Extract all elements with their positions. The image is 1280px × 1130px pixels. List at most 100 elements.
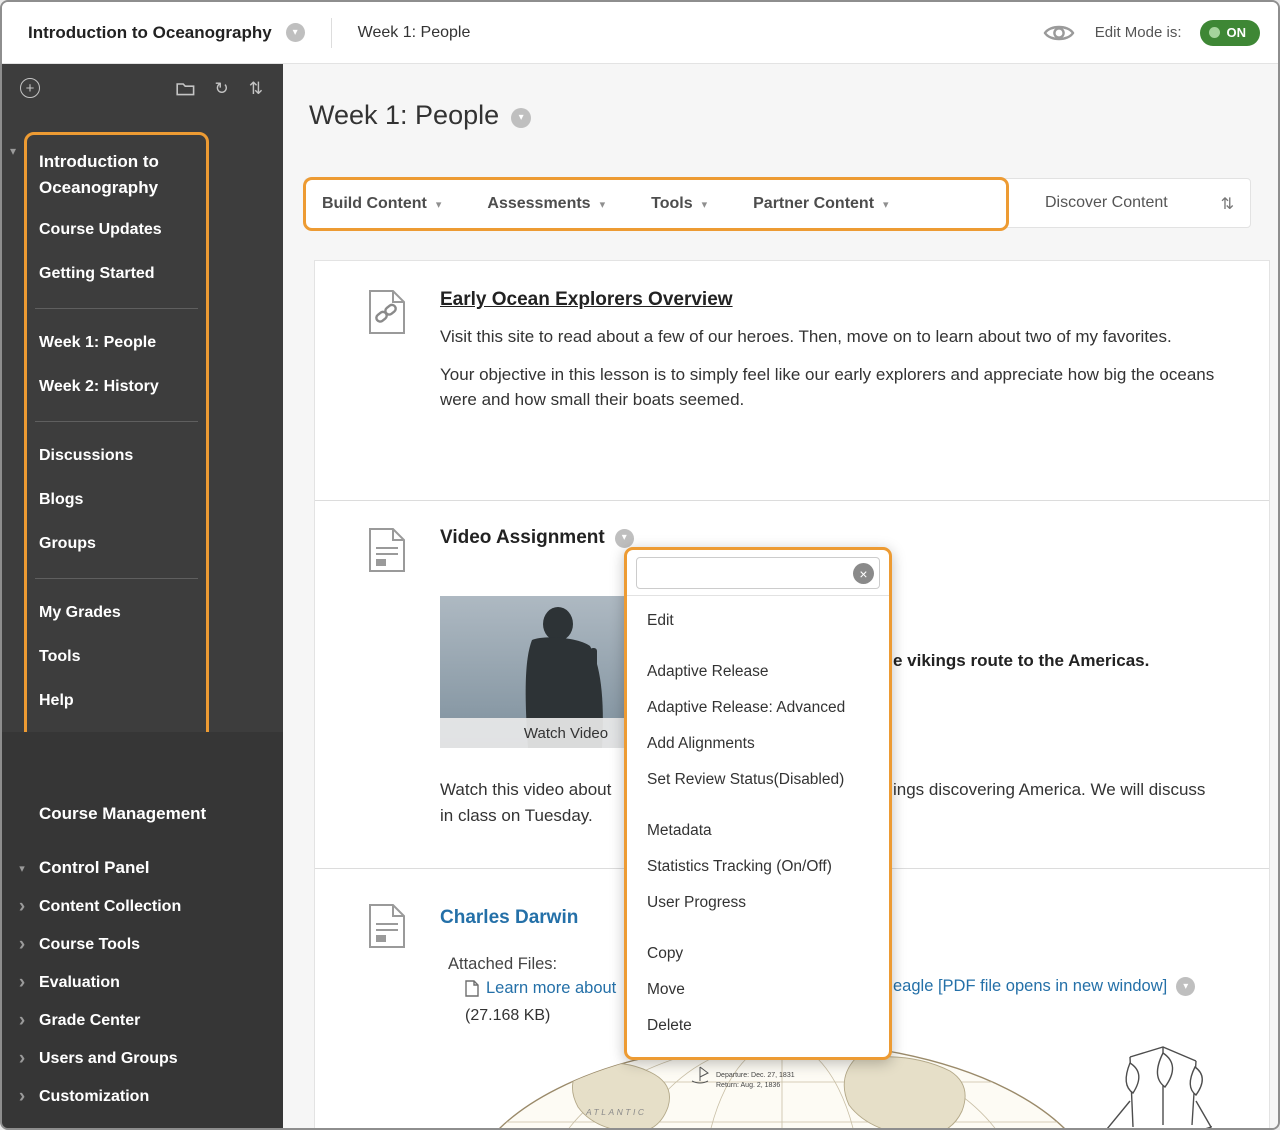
content-item-title-link[interactable]: Charles Darwin — [440, 907, 578, 929]
menu-item-user-progress[interactable]: User Progress — [627, 885, 889, 921]
sidebar-item-getting-started[interactable]: Getting Started — [27, 252, 206, 296]
tools-button[interactable]: Tools ▾ — [651, 195, 707, 213]
menu-divider — [35, 421, 198, 422]
page-title-row: Week 1: People ▾ — [309, 100, 531, 131]
menu-item-adaptive-release[interactable]: Adaptive Release — [627, 654, 889, 690]
course-title-menu-icon[interactable]: ▾ — [286, 23, 305, 42]
link-document-icon — [368, 289, 406, 500]
discover-content-button[interactable]: Discover Content — [1045, 194, 1168, 212]
menu-item-statistics-tracking[interactable]: Statistics Tracking (On/Off) — [627, 849, 889, 885]
attached-file-link[interactable]: eagle [PDF file opens in new window] — [893, 977, 1167, 996]
item-label: Evaluation — [39, 974, 120, 992]
sidebar-item-customization[interactable]: › Customization — [2, 1078, 283, 1116]
map-label-departure: Departure: Dec. 27, 1831 — [716, 1072, 795, 1079]
student-preview-icon[interactable] — [1041, 20, 1077, 46]
menu-item-adaptive-release-advanced[interactable]: Adaptive Release: Advanced — [627, 690, 889, 726]
menu-divider — [627, 595, 889, 596]
file-size: (27.168 KB) — [465, 1007, 550, 1025]
content-item-title-link[interactable]: Early Ocean Explorers Overview — [440, 289, 1225, 311]
sidebar-item-course-updates[interactable]: Course Updates — [27, 208, 206, 252]
edit-mode-toggle[interactable]: ON — [1200, 20, 1261, 46]
partner-content-button[interactable]: Partner Content ▾ — [753, 195, 888, 213]
topbar: Introduction to Oceanography ▾ Week 1: P… — [2, 2, 1278, 64]
chevron-down-icon: ▾ — [883, 198, 889, 211]
chevron-right-icon: › — [15, 1088, 29, 1105]
attached-file-row: Learn more about — [465, 979, 616, 998]
sidebar-item-course-entry[interactable]: Introduction to Oceanography — [27, 145, 206, 208]
add-menu-item-icon[interactable]: + — [20, 78, 40, 98]
course-menu: Introduction to Oceanography Course Upda… — [24, 132, 209, 744]
collapse-menu-icon[interactable]: ▾ — [10, 144, 16, 158]
menu-group: Copy Move Delete — [627, 933, 889, 1047]
toggle-dot-icon — [1209, 27, 1220, 38]
menu-divider — [35, 308, 198, 309]
ship-illustration — [1093, 1041, 1225, 1130]
sidebar-item-week2-history[interactable]: Week 2: History — [27, 365, 206, 409]
item-options-menu-icon[interactable]: ▾ — [615, 529, 634, 548]
folder-icon[interactable] — [176, 81, 195, 96]
content-item-early-ocean-explorers: Early Ocean Explorers Overview Visit thi… — [315, 261, 1269, 500]
item-description: Your objective in this lesson is to simp… — [440, 362, 1225, 412]
assessments-button[interactable]: Assessments ▾ — [487, 195, 605, 213]
item-body: Early Ocean Explorers Overview Visit thi… — [440, 289, 1225, 500]
sidebar-item-week1-people[interactable]: Week 1: People — [27, 321, 206, 365]
sidebar-item-my-grades[interactable]: My Grades — [27, 591, 206, 635]
content-item-title[interactable]: Video Assignment — [440, 527, 605, 549]
menu-item-set-review-status[interactable]: Set Review Status(Disabled) — [627, 762, 889, 798]
sidebar-item-users-and-groups[interactable]: › Users and Groups — [2, 1040, 283, 1078]
item-label: Content Collection — [39, 898, 181, 916]
app-window: Introduction to Oceanography ▾ Week 1: P… — [0, 0, 1280, 1130]
file-options-menu-icon[interactable]: ▾ — [1176, 977, 1195, 996]
menu-item-edit[interactable]: Edit — [627, 603, 889, 639]
sidebar-item-blogs[interactable]: Blogs — [27, 478, 206, 522]
refresh-icon[interactable]: ↻ — [215, 80, 229, 97]
item-title-row: Video Assignment ▾ — [440, 527, 634, 549]
item-description-fragment: e vikings route to the Americas. — [893, 651, 1149, 671]
course-management-section: Course Management ▾ Control Panel › Cont… — [2, 732, 283, 1128]
edit-mode-value: ON — [1227, 25, 1247, 40]
button-label: Tools — [651, 195, 692, 213]
menu-divider — [35, 578, 198, 579]
button-label: Build Content — [322, 195, 427, 213]
chevron-right-icon: › — [15, 1012, 29, 1029]
chevron-right-icon: › — [15, 936, 29, 953]
reorder-icon[interactable]: ⇅ — [249, 80, 263, 97]
menu-item-metadata[interactable]: Metadata — [627, 813, 889, 849]
menu-item-move[interactable]: Move — [627, 972, 889, 1008]
sidebar-item-help[interactable]: Help — [27, 679, 206, 723]
button-label: Assessments — [487, 195, 590, 213]
text-line: Watch this video about — [440, 777, 611, 803]
context-menu-header: × — [636, 557, 880, 589]
course-management-heading: Course Management — [2, 804, 283, 824]
close-icon[interactable]: × — [853, 563, 874, 584]
chevron-down-icon: ▾ — [622, 533, 627, 543]
chevron-right-icon: › — [15, 898, 29, 915]
topbar-divider — [331, 18, 332, 48]
sidebar-item-evaluation[interactable]: › Evaluation — [2, 964, 283, 1002]
sidebar-item-content-collection[interactable]: › Content Collection — [2, 888, 283, 926]
sidebar-item-tools[interactable]: Tools — [27, 635, 206, 679]
chevron-right-icon: › — [15, 1050, 29, 1067]
item-label: Users and Groups — [39, 1050, 178, 1068]
sidebar-item-grade-center[interactable]: › Grade Center — [2, 1002, 283, 1040]
sidebar-item-groups[interactable]: Groups — [27, 522, 206, 566]
menu-item-copy[interactable]: Copy — [627, 936, 889, 972]
map-label-ocean: ATLANTIC — [585, 1107, 646, 1117]
menu-item-delete[interactable]: Delete — [627, 1008, 889, 1044]
course-title: Introduction to Oceanography — [28, 23, 272, 43]
build-content-button[interactable]: Build Content ▾ — [322, 195, 441, 213]
topbar-right: Edit Mode is: ON — [1041, 20, 1260, 46]
sidebar: + ↻ ⇅ ▾ Introduction to Oceanography Cou… — [2, 64, 283, 1128]
sort-order-icon[interactable]: ⇅ — [1221, 194, 1234, 214]
chevron-down-icon: ▾ — [1183, 982, 1188, 992]
item-context-menu: × Edit Adaptive Release Adaptive Release… — [624, 547, 892, 1060]
menu-group: Metadata Statistics Tracking (On/Off) Us… — [627, 810, 889, 924]
sidebar-item-discussions[interactable]: Discussions — [27, 434, 206, 478]
sidebar-item-control-panel[interactable]: ▾ Control Panel — [2, 848, 283, 888]
sidebar-item-course-tools[interactable]: › Course Tools — [2, 926, 283, 964]
action-bar-highlight-box: Build Content ▾ Assessments ▾ Tools ▾ Pa… — [303, 177, 1009, 231]
menu-item-add-alignments[interactable]: Add Alignments — [627, 726, 889, 762]
attached-file-link[interactable]: Learn more about — [486, 979, 616, 998]
page-title-menu-icon[interactable]: ▾ — [511, 108, 531, 128]
sidebar-toolbar: + ↻ ⇅ — [2, 64, 283, 98]
